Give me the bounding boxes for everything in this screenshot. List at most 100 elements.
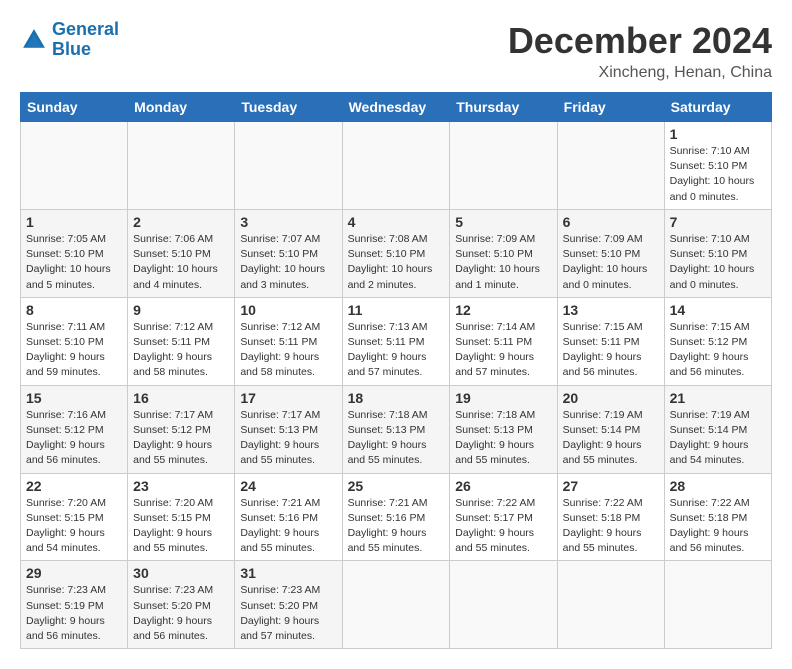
day-info: Sunrise: 7:12 AMSunset: 5:11 PMDaylight:… <box>133 320 229 381</box>
calendar-day-cell: 7 Sunrise: 7:10 AMSunset: 5:10 PMDaylight… <box>664 209 771 297</box>
day-number: 15 <box>26 390 122 406</box>
weekday-header-cell: Wednesday <box>342 93 450 122</box>
day-info: Sunrise: 7:19 AMSunset: 5:14 PMDaylight:… <box>670 408 766 469</box>
day-info: Sunrise: 7:15 AMSunset: 5:12 PMDaylight:… <box>670 320 766 381</box>
day-number: 23 <box>133 478 229 494</box>
calendar-day-cell: 30Sunrise: 7:23 AMSunset: 5:20 PMDayligh… <box>128 561 235 649</box>
calendar-day-cell <box>21 122 128 210</box>
calendar-day-cell <box>128 122 235 210</box>
day-number: 5 <box>455 214 551 230</box>
day-number: 1 <box>670 126 766 142</box>
title-block: December 2024 Xincheng, Henan, China <box>508 20 772 82</box>
calendar-day-cell: 1Sunrise: 7:05 AMSunset: 5:10 PMDaylight… <box>21 209 128 297</box>
calendar-day-cell: 22Sunrise: 7:20 AMSunset: 5:15 PMDayligh… <box>21 473 128 561</box>
logo-text: General Blue <box>52 20 119 60</box>
day-info: Sunrise: 7:22 AMSunset: 5:18 PMDaylight:… <box>670 496 766 557</box>
day-info: Sunrise: 7:20 AMSunset: 5:15 PMDaylight:… <box>133 496 229 557</box>
calendar-day-cell: 10 Sunrise: 7:12 AMSunset: 5:11 PMDayligh… <box>235 297 342 385</box>
day-number: 27 <box>563 478 659 494</box>
day-number: 26 <box>455 478 551 494</box>
day-number: 17 <box>240 390 336 406</box>
day-number: 6 <box>563 214 659 230</box>
day-number: 13 <box>563 302 659 318</box>
day-info: Sunrise: 7:23 AMSunset: 5:19 PMDaylight:… <box>26 583 122 644</box>
day-info: Sunrise: 7:19 AMSunset: 5:14 PMDaylight:… <box>563 408 659 469</box>
day-number: 2 <box>133 214 229 230</box>
day-info: Sunrise: 7:13 AMSunset: 5:11 PMDaylight:… <box>348 320 445 381</box>
calendar-day-cell: 5Sunrise: 7:09 AMSunset: 5:10 PMDaylight… <box>450 209 557 297</box>
day-info: Sunrise: 7:15 AMSunset: 5:11 PMDaylight:… <box>563 320 659 381</box>
day-number: 16 <box>133 390 229 406</box>
day-info: Sunrise: 7:23 AMSunset: 5:20 PMDaylight:… <box>133 583 229 644</box>
calendar-day-cell: 23 Sunrise: 7:20 AMSunset: 5:15 PMDayligh… <box>128 473 235 561</box>
day-number: 14 <box>670 302 766 318</box>
calendar-day-cell: 4Sunrise: 7:08 AMSunset: 5:10 PMDaylight… <box>342 209 450 297</box>
calendar-day-cell: 1Sunrise: 7:10 AMSunset: 5:10 PMDaylight… <box>664 122 771 210</box>
calendar-day-cell: 11Sunrise: 7:13 AMSunset: 5:11 PMDayligh… <box>342 297 450 385</box>
day-number: 31 <box>240 565 336 581</box>
day-info: Sunrise: 7:16 AMSunset: 5:12 PMDaylight:… <box>26 408 122 469</box>
day-info: Sunrise: 7:05 AMSunset: 5:10 PMDaylight:… <box>26 232 122 293</box>
calendar-day-cell: 28 Sunrise: 7:22 AMSunset: 5:18 PMDayligh… <box>664 473 771 561</box>
location-subtitle: Xincheng, Henan, China <box>508 64 772 82</box>
weekday-header-cell: Saturday <box>664 93 771 122</box>
calendar-day-cell <box>342 561 450 649</box>
day-number: 4 <box>348 214 445 230</box>
calendar-day-cell <box>450 122 557 210</box>
calendar-day-cell: 8 Sunrise: 7:11 AMSunset: 5:10 PMDaylight… <box>21 297 128 385</box>
day-number: 20 <box>563 390 659 406</box>
calendar-day-cell: 27 Sunrise: 7:22 AMSunset: 5:18 PMDayligh… <box>557 473 664 561</box>
day-info: Sunrise: 7:12 AMSunset: 5:11 PMDaylight:… <box>240 320 336 381</box>
calendar-week-row: 29 Sunrise: 7:23 AMSunset: 5:19 PMDayligh… <box>21 561 772 649</box>
day-number: 10 <box>240 302 336 318</box>
day-number: 29 <box>26 565 122 581</box>
day-info: Sunrise: 7:23 AMSunset: 5:20 PMDaylight:… <box>240 583 336 644</box>
weekday-header-row: SundayMondayTuesdayWednesdayThursdayFrid… <box>21 93 772 122</box>
calendar-day-cell: 21 Sunrise: 7:19 AMSunset: 5:14 PMDayligh… <box>664 385 771 473</box>
calendar-day-cell: 24Sunrise: 7:21 AMSunset: 5:16 PMDayligh… <box>235 473 342 561</box>
day-number: 21 <box>670 390 766 406</box>
day-info: Sunrise: 7:22 AMSunset: 5:18 PMDaylight:… <box>563 496 659 557</box>
calendar-day-cell: 20 Sunrise: 7:19 AMSunset: 5:14 PMDayligh… <box>557 385 664 473</box>
calendar-day-cell: 13 Sunrise: 7:15 AMSunset: 5:11 PMDayligh… <box>557 297 664 385</box>
calendar-day-cell <box>557 122 664 210</box>
calendar-day-cell <box>342 122 450 210</box>
weekday-header-cell: Tuesday <box>235 93 342 122</box>
day-info: Sunrise: 7:18 AMSunset: 5:13 PMDaylight:… <box>348 408 445 469</box>
calendar-day-cell: 29 Sunrise: 7:23 AMSunset: 5:19 PMDayligh… <box>21 561 128 649</box>
day-info: Sunrise: 7:11 AMSunset: 5:10 PMDaylight:… <box>26 320 122 381</box>
page-header: General Blue December 2024 Xincheng, Hen… <box>20 20 772 82</box>
day-info: Sunrise: 7:09 AMSunset: 5:10 PMDaylight:… <box>563 232 659 293</box>
calendar-day-cell <box>235 122 342 210</box>
calendar-day-cell: 16Sunrise: 7:17 AMSunset: 5:12 PMDayligh… <box>128 385 235 473</box>
calendar-day-cell: 19 Sunrise: 7:18 AMSunset: 5:13 PMDayligh… <box>450 385 557 473</box>
day-number: 3 <box>240 214 336 230</box>
weekday-header-cell: Sunday <box>21 93 128 122</box>
day-info: Sunrise: 7:14 AMSunset: 5:11 PMDaylight:… <box>455 320 551 381</box>
calendar-day-cell: 26Sunrise: 7:22 AMSunset: 5:17 PMDayligh… <box>450 473 557 561</box>
calendar-day-cell: 18Sunrise: 7:18 AMSunset: 5:13 PMDayligh… <box>342 385 450 473</box>
day-info: Sunrise: 7:10 AMSunset: 5:10 PMDaylight:… <box>670 232 766 293</box>
day-number: 7 <box>670 214 766 230</box>
day-info: Sunrise: 7:17 AMSunset: 5:13 PMDaylight:… <box>240 408 336 469</box>
day-info: Sunrise: 7:21 AMSunset: 5:16 PMDaylight:… <box>240 496 336 557</box>
calendar-day-cell <box>450 561 557 649</box>
calendar-day-cell: 14 Sunrise: 7:15 AMSunset: 5:12 PMDayligh… <box>664 297 771 385</box>
weekday-header-cell: Friday <box>557 93 664 122</box>
calendar-day-cell: 6 Sunrise: 7:09 AMSunset: 5:10 PMDaylight… <box>557 209 664 297</box>
calendar-day-cell: 9Sunrise: 7:12 AMSunset: 5:11 PMDaylight… <box>128 297 235 385</box>
calendar-day-cell: 15 Sunrise: 7:16 AMSunset: 5:12 PMDayligh… <box>21 385 128 473</box>
calendar-day-cell: 2Sunrise: 7:06 AMSunset: 5:10 PMDaylight… <box>128 209 235 297</box>
logo-icon <box>20 26 48 54</box>
day-number: 19 <box>455 390 551 406</box>
calendar-day-cell: 12Sunrise: 7:14 AMSunset: 5:11 PMDayligh… <box>450 297 557 385</box>
day-number: 28 <box>670 478 766 494</box>
calendar-table: SundayMondayTuesdayWednesdayThursdayFrid… <box>20 92 772 649</box>
weekday-header-cell: Thursday <box>450 93 557 122</box>
day-info: Sunrise: 7:18 AMSunset: 5:13 PMDaylight:… <box>455 408 551 469</box>
day-number: 22 <box>26 478 122 494</box>
calendar-week-row: 15 Sunrise: 7:16 AMSunset: 5:12 PMDayligh… <box>21 385 772 473</box>
day-number: 8 <box>26 302 122 318</box>
weekday-header-cell: Monday <box>128 93 235 122</box>
calendar-day-cell <box>557 561 664 649</box>
